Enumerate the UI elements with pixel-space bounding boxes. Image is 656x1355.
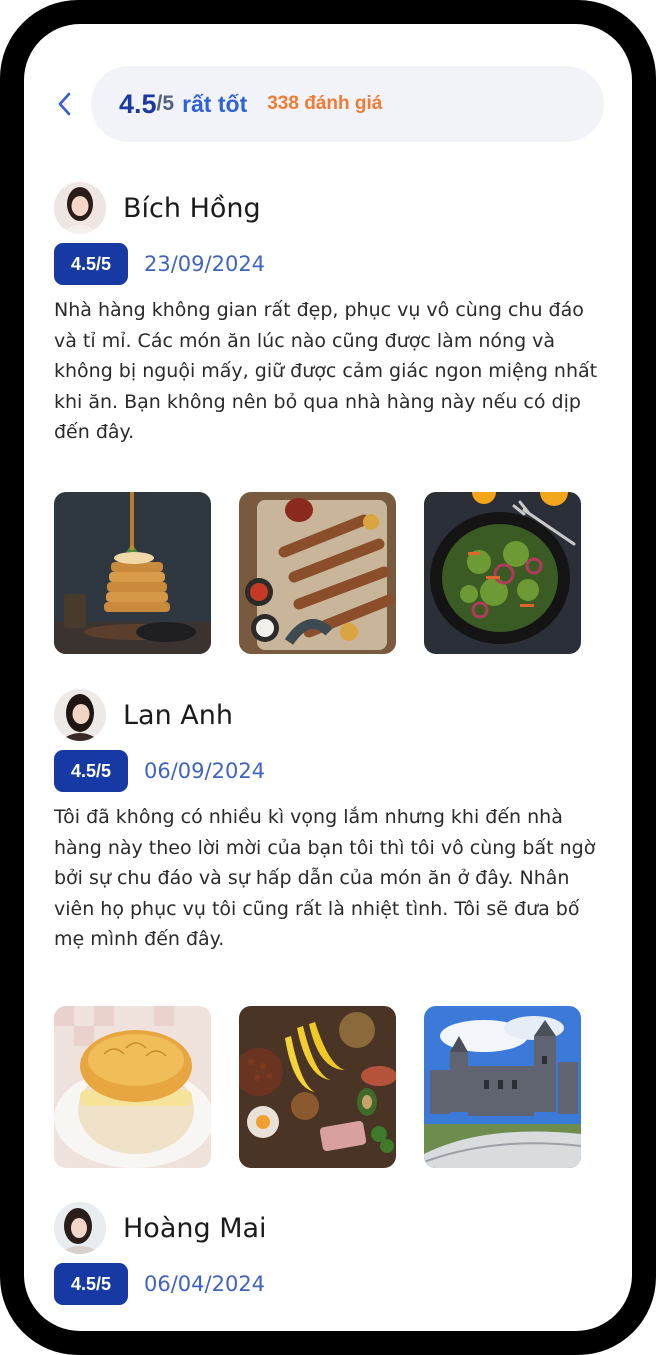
reviewer: Bích Hồng <box>54 181 261 235</box>
overall-score: 4.5 <box>119 88 157 119</box>
review-meta: 4.5/5 06/04/2024 <box>54 1263 265 1305</box>
review-card: Hoàng Mai 4.5/5 06/04/2024 <box>54 1201 614 1321</box>
chevron-left-icon <box>58 92 71 116</box>
reviewer-name: Lan Anh <box>123 699 233 731</box>
review-date: 23/09/2024 <box>144 252 266 276</box>
phone-frame: 4.5 /5 rất tốt 338 đánh giá Bích Hồng 4.… <box>0 0 656 1355</box>
reviewer-name: Bích Hồng <box>123 192 261 224</box>
review-card: Bích Hồng 4.5/5 23/09/2024 Nhà hàng khôn… <box>54 181 614 654</box>
review-card: Lan Anh 4.5/5 06/09/2024 Tôi đã không có… <box>54 688 614 1168</box>
overall-score-denominator: /5 <box>156 92 175 115</box>
rating-badge: 4.5/5 <box>54 1263 128 1305</box>
overall-score-word: rất tốt <box>182 90 248 117</box>
overall-rating-pill: 4.5 /5 rất tốt 338 đánh giá <box>91 66 604 142</box>
reviewer-name: Hoàng Mai <box>123 1212 267 1244</box>
review-text: Tôi đã không có nhiều kì vọng lắm nhưng … <box>54 806 596 950</box>
review-date: 06/09/2024 <box>144 759 266 783</box>
review-meta: 4.5/5 23/09/2024 <box>54 243 265 285</box>
avatar[interactable] <box>54 689 106 741</box>
screen: 4.5 /5 rất tốt 338 đánh giá Bích Hồng 4.… <box>24 24 632 1331</box>
header: 4.5 /5 rất tốt 338 đánh giá <box>24 66 632 142</box>
review-photos <box>54 1006 581 1168</box>
review-meta: 4.5/5 06/09/2024 <box>54 750 265 792</box>
review-count[interactable]: 338 đánh giá <box>267 93 382 115</box>
pineapple-bun-photo[interactable] <box>54 1006 211 1168</box>
avatar[interactable] <box>54 182 106 234</box>
groceries-spread-photo[interactable] <box>239 1006 396 1168</box>
review-text: Nhà hàng không gian rất đẹp, phục vụ vô … <box>54 299 598 443</box>
salad-bowl-photo[interactable] <box>424 492 581 654</box>
rating-badge: 4.5/5 <box>54 243 128 285</box>
review-date: 06/04/2024 <box>144 1272 266 1296</box>
castle-photo[interactable] <box>424 1006 581 1168</box>
pancake-stack-photo[interactable] <box>54 492 211 654</box>
avatar[interactable] <box>54 1202 106 1254</box>
review-photos <box>54 492 581 654</box>
reviewer: Lan Anh <box>54 688 233 742</box>
grilled-skewers-photo[interactable] <box>239 492 396 654</box>
back-button[interactable] <box>50 84 80 124</box>
rating-badge: 4.5/5 <box>54 750 128 792</box>
reviewer: Hoàng Mai <box>54 1201 267 1255</box>
